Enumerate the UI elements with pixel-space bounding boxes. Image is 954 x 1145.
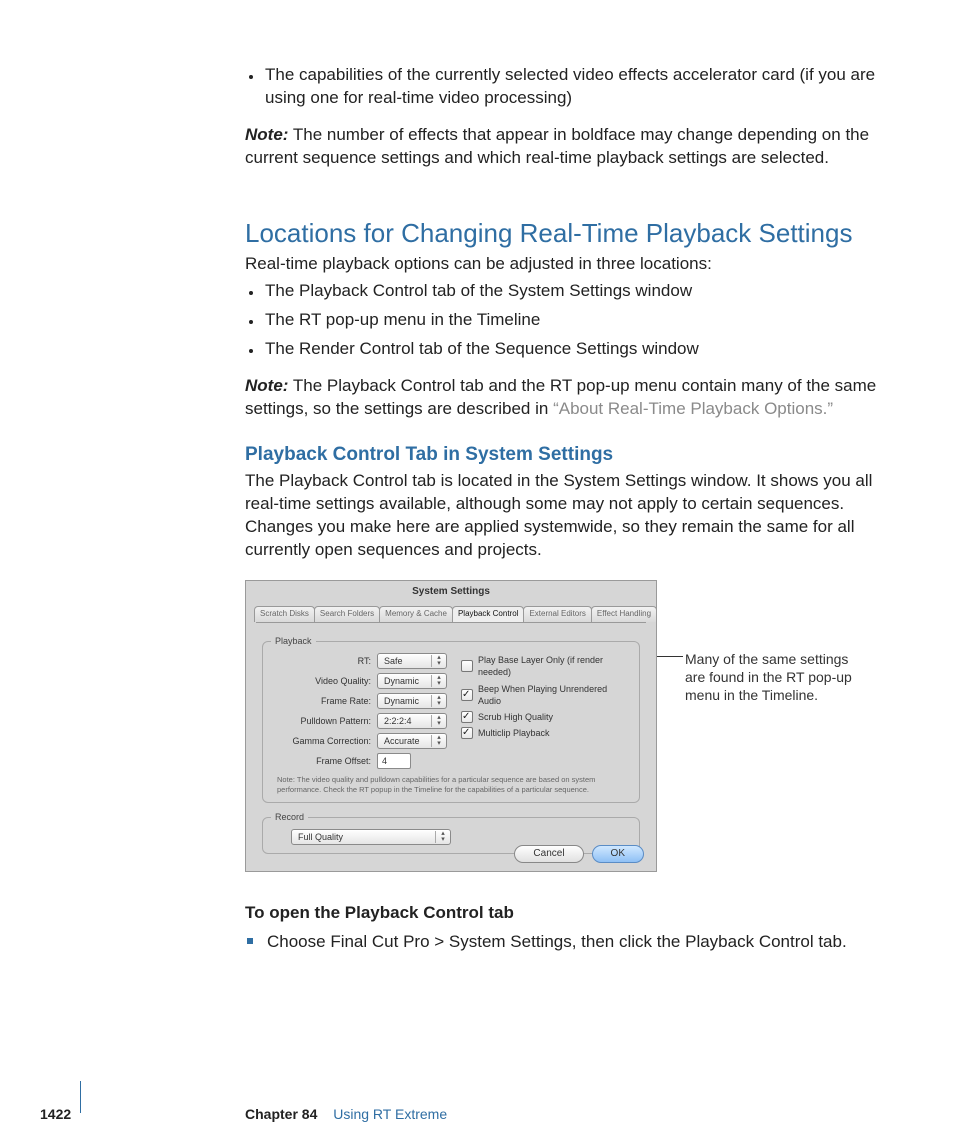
subsection-heading: Playback Control Tab in System Settings: [245, 442, 885, 468]
pulldown-select[interactable]: 2:2:2:4 ▴▾: [377, 713, 447, 729]
section-item: The RT pop-up menu in the Timeline: [263, 309, 885, 332]
tab-scratch-disks[interactable]: Scratch Disks: [254, 606, 315, 622]
subsection-body: The Playback Control tab is located in t…: [245, 470, 885, 562]
callout-leader: [657, 656, 683, 657]
checkbox-label: Multiclip Playback: [478, 727, 550, 739]
tab-playback-control[interactable]: Playback Control: [452, 606, 524, 622]
fieldset-note: Note: The video quality and pulldown cap…: [271, 773, 631, 794]
stepper-icon: ▴▾: [431, 735, 444, 747]
checkbox-beep[interactable]: [461, 689, 473, 701]
ok-button[interactable]: OK: [592, 845, 644, 863]
tab-memory-cache[interactable]: Memory & Cache: [379, 606, 453, 622]
howto-steps: Choose Final Cut Pro > System Settings, …: [245, 931, 885, 954]
tab-external-editors[interactable]: External Editors: [523, 606, 591, 622]
figure-callout: Many of the same settings are found in t…: [685, 650, 855, 705]
cross-ref-link[interactable]: “About Real-Time Playback Options.”: [553, 399, 833, 418]
frame-rate-select[interactable]: Dynamic ▴▾: [377, 693, 447, 709]
section-list: The Playback Control tab of the System S…: [245, 280, 885, 361]
chapter-title: Using RT Extreme: [333, 1106, 447, 1122]
tab-search-folders[interactable]: Search Folders: [314, 606, 380, 622]
stepper-icon: ▴▾: [435, 831, 448, 843]
window-title: System Settings: [246, 581, 656, 607]
stepper-icon: ▴▾: [431, 695, 444, 707]
playback-fieldset: Playback RT: Safe ▴▾: [262, 635, 640, 803]
checkbox-scrub[interactable]: [461, 711, 473, 723]
section-heading: Locations for Changing Real-Time Playbac…: [245, 216, 885, 251]
frame-rate-label: Frame Rate:: [271, 695, 377, 707]
tab-effect-handling[interactable]: Effect Handling: [591, 606, 657, 622]
video-quality-select[interactable]: Dynamic ▴▾: [377, 673, 447, 689]
playback-legend: Playback: [271, 635, 316, 647]
section-note: Note: The Playback Control tab and the R…: [245, 375, 885, 421]
section-item: The Playback Control tab of the System S…: [263, 280, 885, 303]
intro-bullets: The capabilities of the currently select…: [245, 64, 885, 110]
gamma-label: Gamma Correction:: [271, 735, 377, 747]
gamma-select[interactable]: Accurate ▴▾: [377, 733, 447, 749]
note-label: Note:: [245, 125, 288, 144]
cancel-button[interactable]: Cancel: [514, 845, 583, 863]
page-number: 1422: [40, 1105, 71, 1124]
frame-offset-label: Frame Offset:: [271, 755, 377, 767]
figure: System Settings Scratch Disks Search Fol…: [245, 580, 885, 880]
chapter-label: Chapter 84: [245, 1106, 317, 1122]
section-item: The Render Control tab of the Sequence S…: [263, 338, 885, 361]
note-label: Note:: [245, 376, 288, 395]
footer-divider: [80, 1081, 81, 1113]
howto-heading: To open the Playback Control tab: [245, 902, 885, 925]
checkbox-label: Play Base Layer Only (if render needed): [478, 654, 631, 678]
system-settings-window: System Settings Scratch Disks Search Fol…: [245, 580, 657, 872]
stepper-icon: ▴▾: [431, 655, 444, 667]
pulldown-label: Pulldown Pattern:: [271, 715, 377, 727]
note-text: The number of effects that appear in bol…: [245, 125, 869, 167]
section-lead: Real-time playback options can be adjust…: [245, 253, 885, 276]
checkbox-base-layer[interactable]: [461, 660, 473, 672]
checkbox-label: Scrub High Quality: [478, 711, 553, 723]
tab-bar: Scratch Disks Search Folders Memory & Ca…: [246, 606, 656, 622]
record-select[interactable]: Full Quality ▴▾: [291, 829, 451, 845]
intro-bullet: The capabilities of the currently select…: [263, 64, 885, 110]
checkbox-label: Beep When Playing Unrendered Audio: [478, 683, 631, 707]
stepper-icon: ▴▾: [431, 715, 444, 727]
intro-note: Note: The number of effects that appear …: [245, 124, 885, 170]
howto-step: Choose Final Cut Pro > System Settings, …: [263, 931, 885, 954]
frame-offset-input[interactable]: 4: [377, 753, 411, 769]
rt-select[interactable]: Safe ▴▾: [377, 653, 447, 669]
rt-label: RT:: [271, 655, 377, 667]
stepper-icon: ▴▾: [431, 675, 444, 687]
checkbox-multiclip[interactable]: [461, 727, 473, 739]
video-quality-label: Video Quality:: [271, 675, 377, 687]
record-legend: Record: [271, 811, 308, 823]
